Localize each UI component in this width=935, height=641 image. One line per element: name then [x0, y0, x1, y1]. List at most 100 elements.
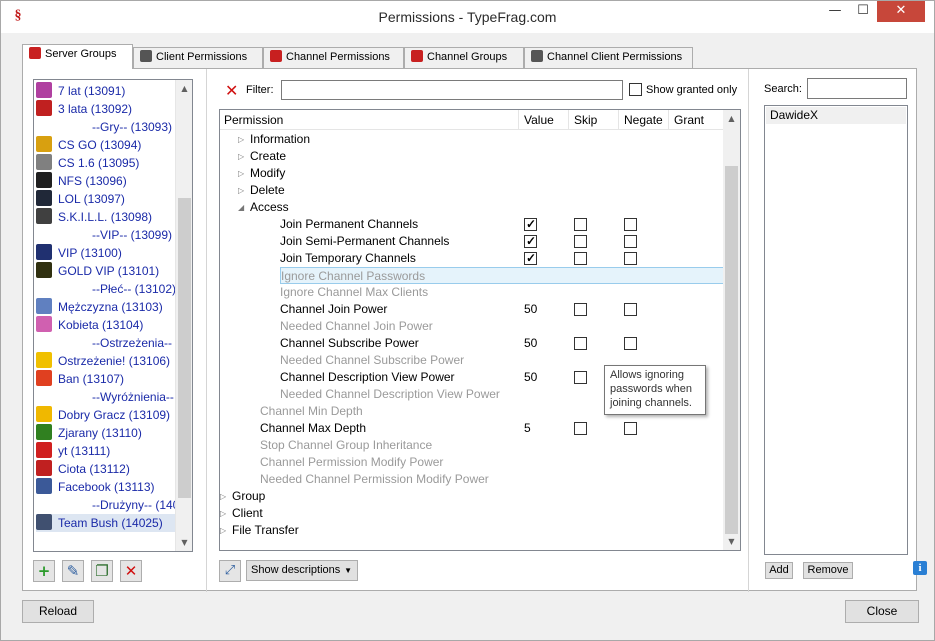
permission-row[interactable]: Ignore Channel Passwords	[280, 267, 724, 284]
permission-row[interactable]: Needed Channel Join Power	[220, 318, 724, 335]
permission-category[interactable]: ▷ Group	[220, 488, 724, 505]
skip-checkbox[interactable]	[574, 235, 587, 248]
skip-checkbox[interactable]	[574, 303, 587, 316]
negate-checkbox[interactable]	[624, 235, 637, 248]
negate-checkbox[interactable]	[624, 422, 637, 435]
server-group-item[interactable]: Dobry Gracz (13109)	[36, 406, 186, 424]
column-skip[interactable]: Skip	[574, 113, 597, 127]
server-group-item[interactable]: GOLD VIP (13101)	[36, 262, 186, 280]
scroll-thumb[interactable]	[178, 198, 191, 498]
add-client-button[interactable]: Add	[765, 562, 793, 579]
search-input[interactable]	[807, 78, 907, 99]
delete-group-button[interactable]: ✕	[120, 560, 142, 582]
remove-client-button[interactable]: Remove	[803, 562, 853, 579]
minimize-button[interactable]: —	[821, 1, 849, 22]
server-group-item[interactable]: 3 lata (13092)	[36, 100, 186, 118]
group-separator[interactable]: --Ostrzeżenia-- (131	[36, 334, 186, 352]
expand-arrow-icon[interactable]: ▷	[238, 131, 244, 148]
permission-row[interactable]: Ignore Channel Max Clients	[220, 284, 724, 301]
permission-row[interactable]: Join Permanent Channels	[220, 216, 724, 233]
checkbox-icon[interactable]	[629, 83, 642, 96]
permission-category[interactable]: ▷ File Transfer	[220, 522, 724, 539]
server-group-item[interactable]: CS GO (13094)	[36, 136, 186, 154]
skip-checkbox[interactable]	[574, 218, 587, 231]
filter-input[interactable]	[281, 80, 623, 100]
permission-tree-scrollbar[interactable]: ▲ ▼	[723, 110, 740, 550]
permission-value[interactable]: 50	[524, 301, 537, 318]
permission-row[interactable]: Join Temporary Channels	[220, 250, 724, 267]
negate-checkbox[interactable]	[624, 218, 637, 231]
server-group-item[interactable]: NFS (13096)	[36, 172, 186, 190]
permission-value[interactable]: 5	[524, 420, 531, 437]
permission-row[interactable]: Channel Join Power 50	[220, 301, 724, 318]
skip-checkbox[interactable]	[574, 371, 587, 384]
close-window-button[interactable]: ✕	[877, 1, 925, 22]
permission-value[interactable]: 50	[524, 369, 537, 386]
server-group-item[interactable]: Kobieta (13104)	[36, 316, 186, 334]
permission-category[interactable]: ▷ Client	[220, 505, 724, 522]
scroll-thumb[interactable]	[725, 166, 738, 534]
skip-checkbox[interactable]	[574, 422, 587, 435]
server-group-item[interactable]: Zjarany (13110)	[36, 424, 186, 442]
tab-client-permissions[interactable]: Client Permissions	[133, 47, 263, 68]
negate-checkbox[interactable]	[624, 303, 637, 316]
group-separator[interactable]: --Wyróżnienia-- (13	[36, 388, 186, 406]
show-granted-only-checkbox[interactable]: Show granted only	[629, 83, 737, 96]
permission-category[interactable]: ▷ Delete	[220, 182, 724, 199]
skip-checkbox[interactable]	[574, 337, 587, 350]
server-group-item[interactable]: Ostrzeżenie! (13106)	[36, 352, 186, 370]
close-button[interactable]: Close	[845, 600, 919, 623]
info-icon[interactable]: i	[913, 561, 927, 575]
expand-collapse-button[interactable]: ⤢	[219, 560, 241, 582]
server-group-scrollbar[interactable]: ▲ ▼	[175, 80, 192, 551]
value-checkbox[interactable]	[524, 250, 537, 267]
client-list[interactable]: DawideX	[764, 105, 908, 555]
permission-row[interactable]: Stop Channel Group Inheritance	[220, 437, 724, 454]
negate-checkbox[interactable]	[624, 252, 637, 265]
server-group-item[interactable]: Team Bush (14025)	[36, 514, 186, 532]
server-group-list[interactable]: 7 lat (13091) 3 lata (13092) --Gry-- (1309…	[33, 79, 193, 552]
permission-value[interactable]: 50	[524, 335, 537, 352]
permission-row[interactable]: Channel Subscribe Power 50	[220, 335, 724, 352]
clear-filter-icon[interactable]: ✕	[225, 83, 238, 99]
tab-server-groups[interactable]: Server Groups	[22, 44, 133, 69]
group-separator[interactable]: --Gry-- (13093)	[36, 118, 186, 136]
server-group-item[interactable]: S.K.I.L.L. (13098)	[36, 208, 186, 226]
scroll-down-arrow-icon[interactable]: ▼	[723, 533, 740, 550]
server-group-item[interactable]: Ban (13107)	[36, 370, 186, 388]
server-group-item[interactable]: LOL (13097)	[36, 190, 186, 208]
server-group-item[interactable]: yt (13111)	[36, 442, 186, 460]
tab-channel-groups[interactable]: Channel Groups	[404, 47, 524, 68]
scroll-down-arrow-icon[interactable]: ▼	[176, 534, 192, 551]
expand-arrow-icon[interactable]: ▷	[238, 165, 244, 182]
show-descriptions-dropdown[interactable]: Show descriptions ▼	[246, 560, 358, 581]
tab-channel-permissions[interactable]: Channel Permissions	[263, 47, 404, 68]
server-group-item[interactable]: VIP (13100)	[36, 244, 186, 262]
column-value[interactable]: Value	[524, 113, 554, 127]
maximize-button[interactable]: ☐	[849, 1, 877, 22]
server-group-item[interactable]: 7 lat (13091)	[36, 82, 186, 100]
scroll-up-arrow-icon[interactable]: ▲	[176, 80, 192, 97]
group-separator[interactable]: --Płeć-- (13102)	[36, 280, 186, 298]
expand-arrow-icon[interactable]: ▷	[238, 148, 244, 165]
title-bar[interactable]: § Permissions - TypeFrag.com — ☐ ✕	[1, 1, 934, 33]
expand-arrow-icon[interactable]: ▷	[220, 505, 226, 522]
expand-arrow-icon[interactable]: ▷	[220, 522, 226, 539]
tab-channel-client-permissions[interactable]: Channel Client Permissions	[524, 47, 693, 68]
expand-arrow-icon[interactable]: ▷	[220, 488, 226, 505]
skip-checkbox[interactable]	[574, 252, 587, 265]
server-group-item[interactable]: Facebook (13113)	[36, 478, 186, 496]
permission-row[interactable]: Channel Permission Modify Power	[220, 454, 724, 471]
client-item[interactable]: DawideX	[766, 107, 906, 124]
value-checkbox[interactable]	[524, 216, 537, 233]
add-group-button[interactable]: +	[33, 560, 55, 582]
expand-arrow-icon[interactable]: ▷	[238, 182, 244, 199]
server-group-item[interactable]: Ciota (13112)	[36, 460, 186, 478]
group-separator[interactable]: --VIP-- (13099)	[36, 226, 186, 244]
column-negate[interactable]: Negate	[624, 113, 663, 127]
column-permission[interactable]: Permission	[224, 113, 283, 127]
permission-row[interactable]: Channel Max Depth 5	[220, 420, 724, 437]
permission-category[interactable]: ▷ Information	[220, 131, 724, 148]
permission-category[interactable]: ▷ Create	[220, 148, 724, 165]
server-group-item[interactable]: Mężczyzna (13103)	[36, 298, 186, 316]
